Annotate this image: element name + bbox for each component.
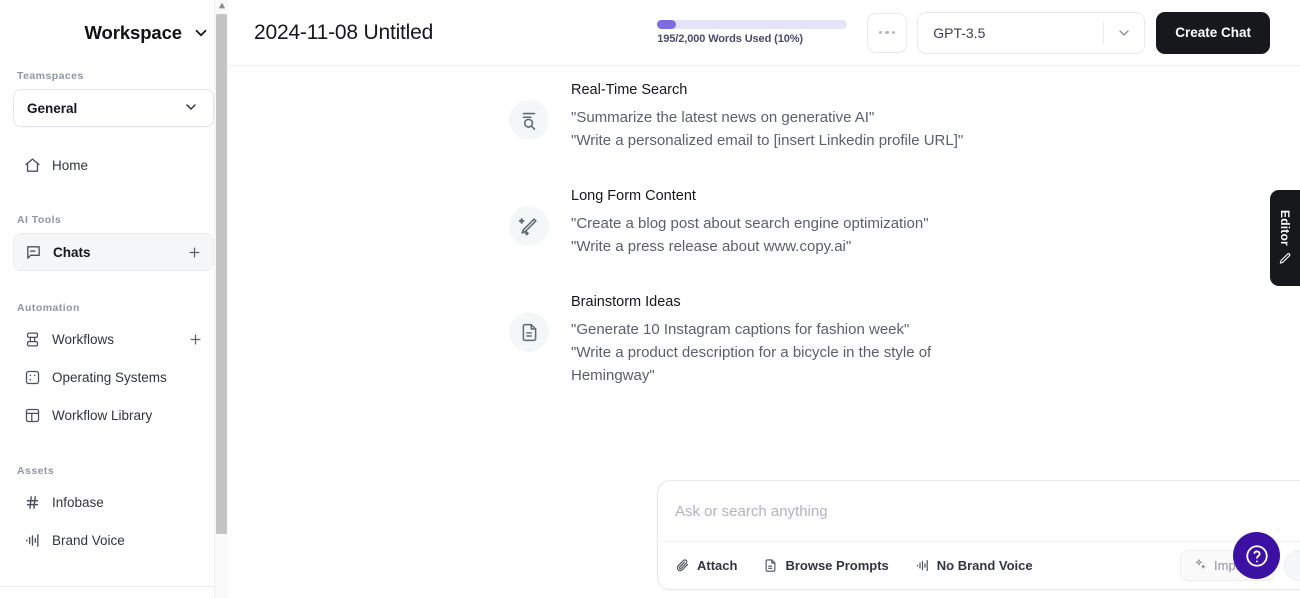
sidebar: Workspace Teamspaces General Home AI Too… <box>0 0 228 598</box>
attach-button[interactable]: Attach <box>675 558 737 573</box>
composer-input-row[interactable]: Ask or search anything <box>658 481 1300 541</box>
sidebar-item-label-operating-systems: Operating Systems <box>52 370 203 385</box>
magic-wand-icon <box>509 206 549 246</box>
send-circle-icon[interactable] <box>1284 550 1300 581</box>
word-usage-progress-track <box>657 20 847 29</box>
sidebar-item-label-workflows: Workflows <box>52 332 177 347</box>
suggestion-card[interactable]: Long Form Content "Create a blog post ab… <box>228 179 1300 258</box>
app-root: Workspace Teamspaces General Home AI Too… <box>0 0 1300 598</box>
pencil-icon <box>1278 252 1292 266</box>
more-options-button[interactable] <box>867 13 907 53</box>
sidebar-divider <box>0 586 228 587</box>
ellipsis-icon <box>892 31 896 35</box>
suggestion-card-line[interactable]: "Summarize the latest news on generative… <box>571 106 963 129</box>
sidebar-item-home[interactable]: Home <box>13 147 214 183</box>
sidebar-item-label-home: Home <box>52 158 203 173</box>
sidebar-item-label-workflow-library: Workflow Library <box>52 408 203 423</box>
workflow-icon <box>24 331 41 348</box>
scrollbar-thumb[interactable] <box>216 14 227 534</box>
create-chat-button[interactable]: Create Chat <box>1156 12 1270 54</box>
hash-icon <box>24 494 41 511</box>
scroll-up-arrow-icon[interactable] <box>218 2 226 10</box>
sidebar-item-label-chats: Chats <box>53 245 176 260</box>
suggestion-card-title: Real-Time Search <box>571 82 963 98</box>
browse-prompts-button[interactable]: Browse Prompts <box>763 558 888 573</box>
composer: Ask or search anything Attach Browse Pro… <box>657 480 1300 590</box>
suggestion-card-line[interactable]: "Write a product description for a bicyc… <box>571 341 971 387</box>
brand-voice-button[interactable]: No Brand Voice <box>915 558 1033 573</box>
layout-panel-icon <box>24 407 41 424</box>
teamspace-select[interactable]: General <box>13 89 214 127</box>
home-icon <box>24 157 41 174</box>
sidebar-scrollbar[interactable] <box>214 0 228 598</box>
chevron-down-icon <box>183 99 201 117</box>
composer-toolbar: Attach Browse Prompts No Brand Voice <box>658 541 1300 589</box>
sidebar-item-label-infobase: Infobase <box>52 495 203 510</box>
topbar: 2024-11-08 Untitled 195/2,000 Words Used… <box>228 0 1300 66</box>
search-input[interactable]: Ask or search anything <box>675 503 828 520</box>
dice-icon <box>24 369 41 386</box>
ellipsis-icon <box>885 31 889 35</box>
plus-icon[interactable] <box>188 332 203 347</box>
word-usage: 195/2,000 Words Used (10%) <box>657 20 847 45</box>
suggestion-card-line[interactable]: "Write a personalized email to [insert L… <box>571 129 963 152</box>
text-search-icon <box>509 100 549 140</box>
suggestion-card[interactable]: Brainstorm Ideas "Generate 10 Instagram … <box>228 285 1300 387</box>
suggestion-card-body: Real-Time Search "Summarize the latest n… <box>571 82 963 152</box>
suggestion-cards: Real-Time Search "Summarize the latest n… <box>228 66 1300 387</box>
sidebar-item-brand-voice[interactable]: Brand Voice <box>13 522 214 558</box>
editor-tab-label: Editor <box>1278 210 1292 246</box>
attach-label: Attach <box>697 558 737 573</box>
model-select-value: GPT-3.5 <box>918 25 1103 41</box>
workspace-title: Workspace <box>85 22 182 44</box>
section-label-automation: Automation <box>13 302 214 314</box>
section-label-assets: Assets <box>13 465 214 477</box>
word-usage-progress-fill <box>657 20 676 29</box>
page-title[interactable]: 2024-11-08 Untitled <box>254 21 657 45</box>
teamspace-select-value: General <box>27 101 77 116</box>
message-square-icon <box>25 244 42 261</box>
sidebar-item-infobase[interactable]: Infobase <box>13 484 214 520</box>
audio-waveform-icon <box>24 532 41 549</box>
brand-voice-label: No Brand Voice <box>937 558 1033 573</box>
workspace-switcher[interactable]: Workspace <box>13 0 214 66</box>
sidebar-item-workflows[interactable]: Workflows <box>13 321 214 357</box>
suggestion-card-title: Long Form Content <box>571 188 929 204</box>
sparkles-icon <box>1194 558 1207 574</box>
audio-waveform-icon <box>915 558 930 573</box>
editor-panel-toggle[interactable]: Editor <box>1270 190 1300 286</box>
section-label-ai-tools: AI Tools <box>13 214 214 226</box>
suggestion-card-body: Brainstorm Ideas "Generate 10 Instagram … <box>571 294 971 387</box>
question-circle-icon <box>1244 543 1270 569</box>
paperclip-icon <box>675 558 690 573</box>
suggestion-card-body: Long Form Content "Create a blog post ab… <box>571 188 929 258</box>
section-label-teamspaces: Teamspaces <box>13 70 214 82</box>
suggestion-card-line[interactable]: "Create a blog post about search engine … <box>571 212 929 235</box>
file-text-icon <box>763 558 778 573</box>
suggestion-card-title: Brainstorm Ideas <box>571 294 971 310</box>
sidebar-item-label-brand-voice: Brand Voice <box>52 533 203 548</box>
suggestion-card-line[interactable]: "Generate 10 Instagram captions for fash… <box>571 318 971 341</box>
help-button[interactable] <box>1233 532 1280 579</box>
ellipsis-icon <box>879 31 883 35</box>
browse-prompts-label: Browse Prompts <box>785 558 888 573</box>
chevron-down-icon[interactable] <box>1104 25 1144 41</box>
sidebar-item-operating-systems[interactable]: Operating Systems <box>13 359 214 395</box>
word-usage-label: 195/2,000 Words Used (10%) <box>657 33 847 45</box>
model-select[interactable]: GPT-3.5 <box>917 12 1145 54</box>
file-text-icon <box>509 312 549 352</box>
plus-icon[interactable] <box>187 245 202 260</box>
sidebar-item-chats[interactable]: Chats <box>13 233 214 271</box>
sidebar-item-workflow-library[interactable]: Workflow Library <box>13 397 214 433</box>
chevron-down-icon <box>192 24 210 42</box>
main-area: 2024-11-08 Untitled 195/2,000 Words Used… <box>228 0 1300 598</box>
suggestion-card-line[interactable]: "Write a press release about www.copy.ai… <box>571 235 929 258</box>
suggestion-card[interactable]: Real-Time Search "Summarize the latest n… <box>228 73 1300 152</box>
